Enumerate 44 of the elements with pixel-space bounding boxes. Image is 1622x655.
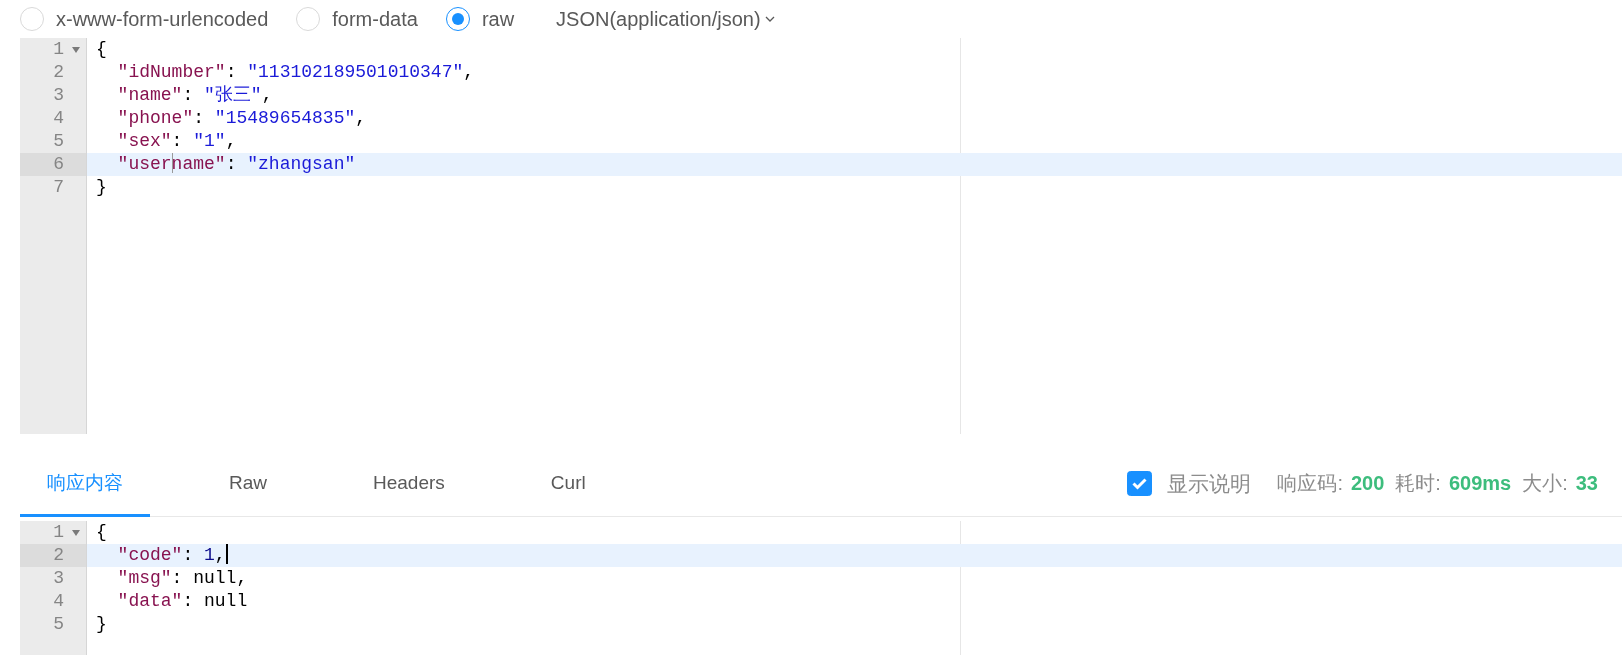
response-tab[interactable]: Headers bbox=[346, 451, 472, 517]
stat-value: 200 bbox=[1350, 472, 1385, 495]
line-number: 2 bbox=[53, 61, 64, 84]
format-dropdown[interactable]: JSON(application/json) bbox=[556, 7, 775, 31]
line-number: 7 bbox=[53, 176, 64, 199]
line-number: 4 bbox=[53, 107, 64, 130]
stat-value: 609ms bbox=[1448, 472, 1512, 495]
code-line: "msg": null, bbox=[117, 567, 248, 590]
radio-label[interactable]: form-data bbox=[332, 7, 418, 31]
line-number: 3 bbox=[53, 567, 64, 590]
line-number: 5 bbox=[53, 130, 64, 153]
stat-label: 耗时: bbox=[1395, 471, 1441, 496]
checkbox[interactable] bbox=[1127, 471, 1153, 496]
code-editor[interactable]: 1 2 3 4 5 6 7 { "idNumber": "113102189501010347", "name": "张三", "phone": "15489654835", "sex": "1", "username": "zhangsan" } bbox=[20, 38, 1622, 434]
fold-arrow-icon[interactable] bbox=[72, 46, 80, 53]
stat-label: 大小: bbox=[1522, 471, 1568, 496]
chevron-down-icon bbox=[764, 16, 775, 22]
code-editor[interactable]: 1 2 3 4 5 { "code": 1, "msg": null, "data": null } bbox=[20, 521, 1622, 655]
line-number: 1 bbox=[53, 38, 64, 61]
code-line: { bbox=[96, 521, 107, 544]
line-number: 2 bbox=[53, 544, 64, 567]
code-line: "data": null bbox=[117, 590, 248, 613]
response-tab[interactable]: Curl bbox=[523, 451, 613, 517]
radio-label[interactable]: raw bbox=[481, 7, 515, 31]
code-line: } bbox=[96, 613, 107, 636]
fold-arrow-icon[interactable] bbox=[72, 529, 80, 536]
line-number: 5 bbox=[53, 613, 64, 636]
code-line: "idNumber": "113102189501010347", bbox=[117, 61, 475, 84]
line-number: 3 bbox=[53, 84, 64, 107]
code-line: { bbox=[96, 38, 107, 61]
stat-label: 响应码: bbox=[1277, 471, 1343, 496]
line-number: 1 bbox=[53, 521, 64, 544]
code-line: "phone": "15489654835", bbox=[117, 107, 367, 130]
response-tab[interactable]: Raw bbox=[202, 451, 294, 517]
code-line: "username": "zhangsan" bbox=[117, 153, 356, 176]
radio-label[interactable]: x-www-form-urlencoded bbox=[56, 7, 269, 31]
stat-value: 33 bbox=[1575, 472, 1598, 495]
code-line: "sex": "1", bbox=[117, 130, 237, 153]
code-line: "code": 1, bbox=[117, 544, 226, 567]
code-line: } bbox=[96, 176, 107, 199]
code-line: "name": "张三", bbox=[117, 84, 273, 107]
radio-button[interactable] bbox=[445, 7, 470, 31]
line-number: 4 bbox=[53, 590, 64, 613]
line-number: 6 bbox=[53, 153, 64, 176]
